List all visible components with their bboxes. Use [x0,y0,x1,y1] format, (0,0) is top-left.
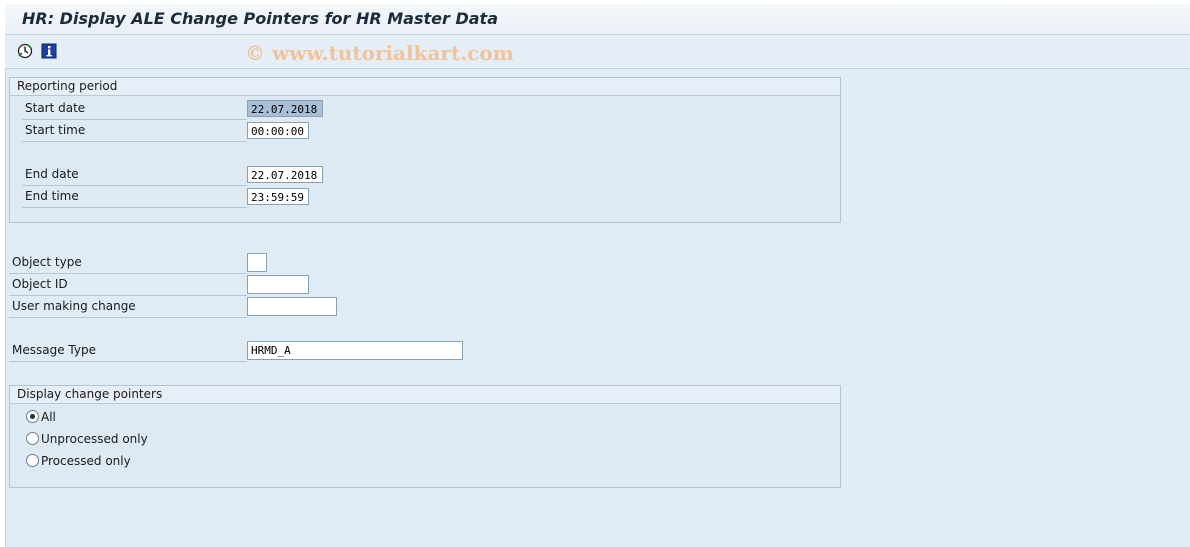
execute-clock-icon[interactable] [17,43,33,59]
radio-unprocessed-label: Unprocessed only [41,432,148,446]
radio-processed-only[interactable]: Processed only [26,452,131,470]
message-type-label: Message Type [9,340,247,362]
start-time-field[interactable]: 00:00:00 [247,122,309,139]
object-type-field[interactable] [247,253,267,272]
title-bar: HR: Display ALE Change Pointers for HR M… [5,4,1190,35]
start-date-label: Start date [22,98,247,120]
radio-all-label: All [41,410,56,424]
end-date-field[interactable]: 22.07.2018 [247,166,323,183]
radio-processed-label: Processed only [41,454,131,468]
user-making-change-label: User making change [9,296,247,318]
radio-unselected-icon[interactable] [26,432,39,445]
reporting-period-title: Reporting period [10,78,840,96]
message-type-field[interactable]: HRMD_A [247,341,463,360]
radio-unselected-icon[interactable] [26,454,39,467]
display-change-pointers-title: Display change pointers [10,386,840,404]
user-making-change-field[interactable] [247,297,337,316]
object-type-label: Object type [9,252,247,274]
start-time-label: Start time [22,120,247,142]
radio-unprocessed-only[interactable]: Unprocessed only [26,430,148,448]
end-date-label: End date [22,164,247,186]
watermark-text: © www.tutorialkart.com [245,41,514,65]
radio-all[interactable]: All [26,408,56,426]
radio-selected-icon[interactable] [26,410,39,423]
end-time-label: End time [22,186,247,208]
application-toolbar [5,35,1190,69]
end-time-field[interactable]: 23:59:59 [247,188,309,205]
object-id-label: Object ID [9,274,247,296]
start-date-field[interactable]: 22.07.2018 [247,100,323,117]
info-icon[interactable] [41,43,57,59]
object-id-field[interactable] [247,275,309,294]
page-title: HR: Display ALE Change Pointers for HR M… [22,9,498,28]
